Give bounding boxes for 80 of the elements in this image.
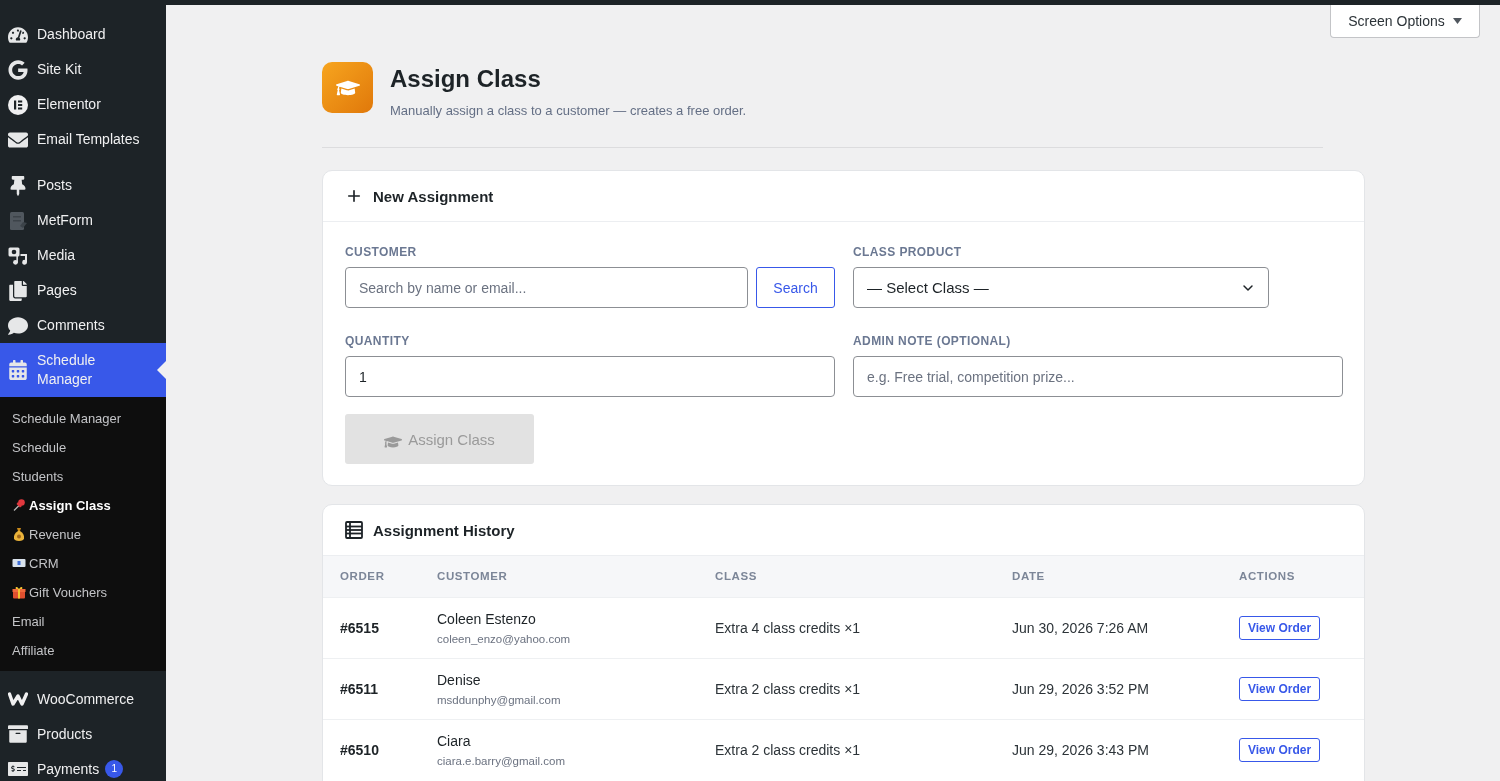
caret-down-icon [1452, 18, 1462, 24]
customer-name: Denise [437, 670, 482, 689]
class-text: Extra 2 class credits ×1 [715, 680, 861, 697]
calendar-icon [8, 360, 28, 380]
column-header: DATE [1012, 556, 1239, 597]
order-number: #6515 [340, 619, 379, 636]
search-button[interactable]: Search [756, 267, 835, 308]
date-text: Jun 29, 2026 3:43 PM [1012, 741, 1149, 758]
submenu-item[interactable]: Schedule Manager [0, 403, 166, 433]
menu-item[interactable]: Dashboard [0, 17, 166, 52]
menu-item[interactable]: Payments 1 [0, 751, 166, 781]
page-title: Assign Class [390, 64, 542, 94]
graduation-cap-icon [322, 62, 373, 113]
customer-email: ciara.e.barry@gmail.com [437, 753, 566, 768]
form-icon [8, 210, 28, 231]
view-order-button[interactable]: View Order [1239, 615, 1320, 640]
pages-icon [8, 280, 28, 301]
card-title: Assignment History [373, 521, 515, 539]
date-text: Jun 30, 2026 7:26 AM [1012, 619, 1149, 636]
column-header: ORDER [323, 556, 437, 597]
view-order-button[interactable]: View Order [1239, 737, 1320, 762]
submenu-item[interactable]: Students [0, 461, 166, 491]
customer-search-field[interactable]: Search by name or email... [345, 267, 748, 308]
count-badge: 1 [105, 760, 124, 778]
field-label: QUANTITY [345, 334, 411, 349]
view-order-button[interactable]: View Order [1239, 676, 1320, 701]
menu-item[interactable]: Schedule Manager [0, 343, 166, 397]
camera-music-icon [8, 245, 28, 266]
round-bars-logo-icon [8, 94, 28, 115]
menu-item[interactable]: MetForm [0, 203, 166, 238]
field-label: ADMIN NOTE (OPTIONAL) [853, 334, 1012, 349]
order-number: #6510 [340, 741, 379, 758]
customer-name: Ciara [437, 731, 472, 750]
page-subtitle: Manually assign a class to a customer — creates a free order. [390, 102, 747, 120]
gift-icon [12, 585, 26, 599]
g-letter-icon [8, 59, 28, 80]
column-header: ACTIONS [1239, 556, 1364, 597]
submenu-item[interactable]: Gift Vouchers [0, 577, 166, 607]
submenu-item[interactable]: CRM [0, 548, 166, 578]
zigzag-logo-icon [8, 689, 28, 709]
archive-box-icon [8, 724, 28, 744]
menu-item[interactable]: WooCommerce [0, 681, 166, 717]
card-title: New Assignment [373, 187, 494, 205]
date-text: Jun 29, 2026 3:52 PM [1012, 680, 1149, 697]
submenu-item[interactable]: Email [0, 606, 166, 636]
menu-item[interactable]: Pages [0, 273, 166, 308]
submenu-item[interactable]: Revenue [0, 519, 166, 549]
list-table-icon [345, 521, 363, 539]
quantity-field[interactable]: 1 [345, 356, 835, 397]
menu-item[interactable]: Email Templates [0, 122, 166, 157]
class-select[interactable]: — Select Class — [853, 267, 1269, 308]
class-text: Extra 2 class credits ×1 [715, 741, 861, 758]
order-number: #6511 [340, 680, 379, 697]
pushpin-icon [8, 175, 28, 196]
column-header: CLASS [715, 556, 1012, 597]
class-text: Extra 4 class credits ×1 [715, 619, 861, 636]
customer-email: coleen_enzo@yahoo.com [437, 631, 572, 646]
plus-icon [345, 187, 363, 205]
field-label: CLASS PRODUCT [853, 245, 963, 260]
field-label: CUSTOMER [345, 245, 418, 260]
customer-email: msddunphy@gmail.com [437, 692, 562, 707]
menu-item[interactable]: Media [0, 238, 166, 273]
menu-item[interactable]: Posts [0, 168, 166, 203]
submenu-item[interactable]: Affiliate [0, 635, 166, 665]
screen-options-button[interactable]: Screen Options [1330, 5, 1480, 38]
menu-item[interactable]: Comments [0, 308, 166, 343]
submenu-item[interactable]: Assign Class [0, 490, 166, 520]
speech-bubble-icon [8, 315, 28, 336]
submenu-item[interactable]: Schedule [0, 432, 166, 462]
menu-item[interactable]: Site Kit [0, 52, 166, 87]
menu-item[interactable]: Elementor [0, 87, 166, 122]
pushpin-icon [12, 498, 26, 512]
gauge-icon [8, 24, 28, 45]
menu-item[interactable]: Products [0, 716, 166, 752]
admin-note-field[interactable]: e.g. Free trial, competition prize... [853, 356, 1343, 397]
payment-card-icon [8, 759, 28, 779]
money-bag-icon [12, 527, 26, 541]
column-header: CUSTOMER [437, 556, 715, 597]
card-icon [12, 556, 26, 570]
customer-name: Coleen Estenzo [437, 609, 537, 628]
